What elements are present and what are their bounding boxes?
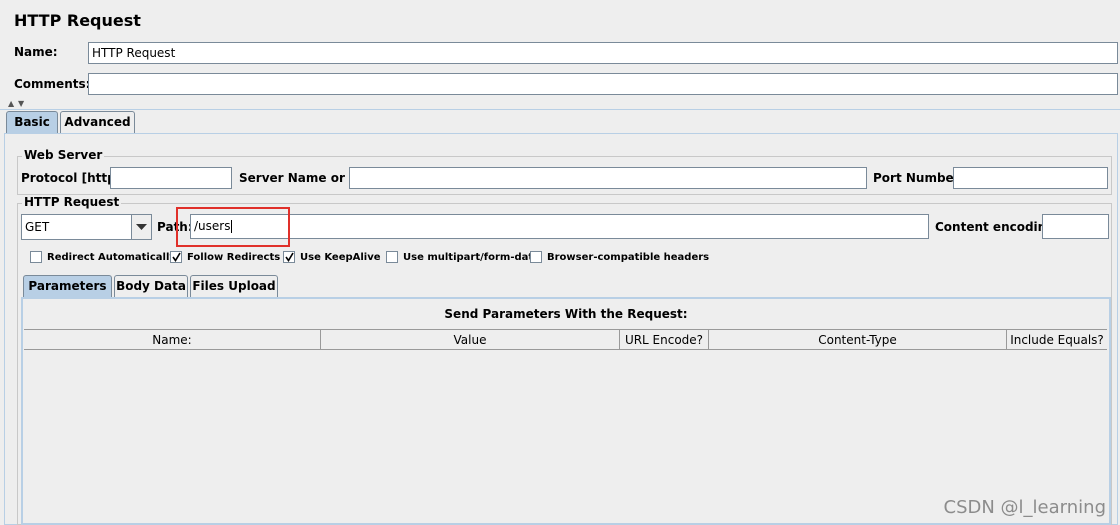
- tab-parameters[interactable]: Parameters: [23, 275, 112, 298]
- column-header-url-encode[interactable]: URL Encode?: [620, 330, 709, 351]
- use-keepalive-checkbox[interactable]: Use KeepAlive: [283, 251, 381, 263]
- checkbox-label: Follow Redirects: [187, 251, 281, 263]
- port-number-label: Port Number:: [873, 171, 965, 185]
- follow-redirects-checkbox[interactable]: Follow Redirects: [170, 251, 280, 263]
- web-server-title: Web Server: [22, 148, 105, 162]
- page-title: HTTP Request: [14, 11, 141, 30]
- column-header-value[interactable]: Value: [321, 330, 620, 351]
- server-name-input[interactable]: [349, 167, 867, 189]
- path-input[interactable]: /users: [190, 214, 929, 239]
- parameters-caption: Send Parameters With the Request:: [444, 307, 688, 321]
- comments-input[interactable]: [88, 73, 1118, 95]
- collapse-up-icon[interactable]: ▲: [8, 99, 14, 108]
- tab-basic[interactable]: Basic: [6, 111, 58, 134]
- redirect-automatically-checkbox[interactable]: Redirect Automatically: [30, 251, 176, 263]
- collapse-down-icon[interactable]: ▼: [18, 99, 24, 108]
- content-encoding-label: Content encoding:: [935, 220, 1060, 234]
- http-request-title: HTTP Request: [22, 195, 122, 209]
- use-multipart-checkbox[interactable]: Use multipart/form-data: [386, 251, 540, 263]
- method-value: GET: [25, 220, 50, 234]
- checkbox-label: Use multipart/form-data: [403, 251, 540, 263]
- checkbox-label: Redirect Automatically: [47, 251, 176, 263]
- parameters-table-header: Name: Value URL Encode? Content-Type Inc…: [24, 329, 1107, 351]
- checkbox-label: Browser-compatible headers: [547, 251, 710, 263]
- checkbox-unchecked-icon[interactable]: [386, 251, 398, 263]
- browser-compatible-headers-checkbox[interactable]: Browser-compatible headers: [530, 251, 709, 263]
- server-name-label: Server Name or IP:: [239, 171, 368, 185]
- checkbox-label: Use KeepAlive: [300, 251, 381, 263]
- watermark: CSDN @l_learning: [943, 497, 1106, 518]
- checkbox-unchecked-icon[interactable]: [30, 251, 42, 263]
- tab-files-upload[interactable]: Files Upload: [190, 275, 278, 298]
- checkbox-unchecked-icon[interactable]: [530, 251, 542, 263]
- column-header-include-equals[interactable]: Include Equals?: [1007, 330, 1107, 351]
- highlight-box: [176, 207, 290, 247]
- split-divider[interactable]: ▲ ▼: [0, 99, 1120, 110]
- name-input[interactable]: HTTP Request: [88, 42, 1118, 64]
- column-header-content-type[interactable]: Content-Type: [709, 330, 1007, 351]
- tab-advanced[interactable]: Advanced: [60, 111, 135, 134]
- method-select[interactable]: GET: [21, 214, 152, 240]
- tab-body-data[interactable]: Body Data: [114, 275, 188, 298]
- checkmark-icon[interactable]: [170, 251, 182, 263]
- content-encoding-input[interactable]: [1042, 214, 1109, 239]
- port-number-input[interactable]: [953, 167, 1108, 189]
- protocol-input[interactable]: [110, 167, 232, 189]
- comments-label: Comments:: [14, 77, 91, 91]
- column-header-name[interactable]: Name:: [24, 330, 321, 351]
- checkmark-icon[interactable]: [283, 251, 295, 263]
- chevron-down-icon[interactable]: [131, 215, 151, 239]
- name-label: Name:: [14, 45, 58, 59]
